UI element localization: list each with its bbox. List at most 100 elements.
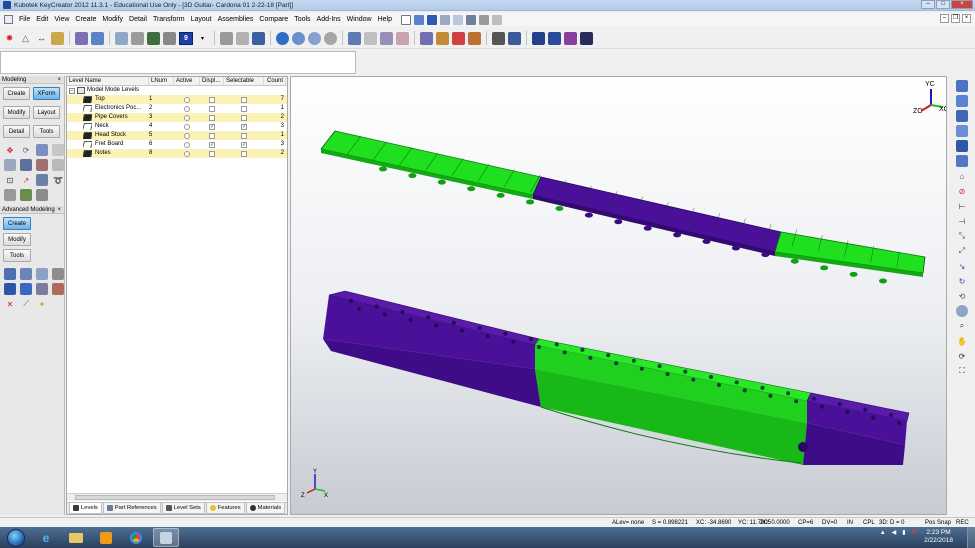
- tree-icon[interactable]: [20, 189, 32, 201]
- fret-board-model[interactable]: [320, 130, 926, 277]
- level-active-radio[interactable]: [184, 96, 190, 103]
- menu-assemblies[interactable]: Assemblies: [215, 16, 257, 23]
- tab-features[interactable]: Features: [205, 503, 245, 514]
- analysis-icon[interactable]: [492, 31, 505, 45]
- loft-icon[interactable]: [52, 268, 64, 280]
- deform-icon[interactable]: [4, 189, 16, 201]
- zoom-window-icon[interactable]: [956, 305, 968, 317]
- revolve-icon[interactable]: [20, 268, 32, 280]
- dropdown-arrow-icon[interactable]: ▾: [196, 32, 209, 45]
- level-display-checkbox[interactable]: [209, 132, 215, 139]
- start-button[interactable]: [7, 528, 25, 547]
- level-selectable-checkbox[interactable]: [241, 132, 247, 139]
- layer-icon[interactable]: [115, 31, 128, 45]
- undo-icon[interactable]: [465, 14, 476, 25]
- line-icon[interactable]: ↔: [35, 32, 48, 45]
- doc-restore-button[interactable]: ❐: [951, 14, 960, 23]
- sweep-icon[interactable]: [36, 268, 48, 280]
- close-icon[interactable]: ×: [57, 206, 61, 214]
- doc-close-button[interactable]: ×: [962, 14, 971, 23]
- chrome-icon[interactable]: [123, 528, 149, 547]
- menu-layout[interactable]: Layout: [188, 16, 215, 23]
- level-selectable-checkbox[interactable]: [241, 123, 247, 130]
- no-render-icon[interactable]: ⊘: [956, 185, 968, 197]
- render-icon[interactable]: [420, 31, 433, 45]
- split-icon[interactable]: ✕: [4, 298, 16, 310]
- project-icon[interactable]: ⊡: [4, 174, 16, 186]
- repeat-icon[interactable]: [491, 14, 502, 25]
- menu-edit[interactable]: Edit: [33, 16, 51, 23]
- menu-transform[interactable]: Transform: [150, 16, 188, 23]
- taskbar-clock[interactable]: 2:23 PM 2/22/2018: [924, 529, 953, 545]
- doc-minimize-button[interactable]: –: [940, 14, 949, 23]
- horizontal-scrollbar[interactable]: [67, 493, 287, 501]
- level-selectable-checkbox[interactable]: [241, 150, 247, 157]
- draft-icon[interactable]: ⟋: [20, 298, 32, 310]
- col-lnum[interactable]: LNum: [149, 77, 174, 85]
- prompt-area[interactable]: [0, 51, 356, 74]
- hole-icon[interactable]: [52, 283, 64, 295]
- view-iso-icon[interactable]: [348, 31, 361, 45]
- file-explorer-icon[interactable]: [63, 528, 89, 547]
- menu-modify[interactable]: Modify: [99, 16, 126, 23]
- col-display[interactable]: Displ...: [200, 77, 224, 85]
- level-row[interactable]: Head Stock 5 1: [67, 131, 287, 140]
- neck-model[interactable]: [323, 290, 910, 465]
- active-level-field[interactable]: 9: [179, 31, 193, 45]
- col-level-name[interactable]: Level Name: [67, 77, 149, 85]
- tab-part-references[interactable]: Part References: [102, 503, 161, 514]
- view-section-icon[interactable]: [396, 31, 409, 45]
- col-count[interactable]: Count: [264, 77, 286, 85]
- rotate-icon[interactable]: [36, 144, 48, 156]
- level-active-radio[interactable]: [184, 141, 190, 148]
- mirror-icon[interactable]: [4, 159, 16, 171]
- view-front-icon[interactable]: [956, 80, 968, 92]
- menu-view[interactable]: View: [51, 16, 72, 23]
- col-active[interactable]: Active: [174, 77, 200, 85]
- refresh-icon[interactable]: ⟳: [956, 350, 968, 362]
- helix-icon[interactable]: ➰: [52, 174, 64, 186]
- menu-tools[interactable]: Tools: [291, 16, 313, 23]
- star-select-icon[interactable]: ✸: [3, 32, 16, 45]
- chamfer-icon[interactable]: [36, 283, 48, 295]
- shape-icon[interactable]: [75, 31, 88, 45]
- boolean-icon[interactable]: ✦: [36, 298, 48, 310]
- menu-window[interactable]: Window: [344, 16, 375, 23]
- normal-view-icon[interactable]: ↘: [956, 260, 968, 272]
- advanced-create-button[interactable]: Create: [3, 217, 31, 230]
- fit-all-icon[interactable]: ⛶: [956, 365, 968, 377]
- menu-create[interactable]: Create: [72, 16, 99, 23]
- document-icon[interactable]: [4, 15, 13, 24]
- level-tree-root[interactable]: − Model Mode Levels: [67, 86, 287, 95]
- align-icon[interactable]: [36, 159, 48, 171]
- level-active-radio[interactable]: [184, 150, 190, 157]
- level-display-checkbox[interactable]: [209, 114, 215, 121]
- orbit-icon[interactable]: ⟲: [956, 290, 968, 302]
- offset-icon[interactable]: [52, 159, 64, 171]
- level-selectable-checkbox[interactable]: [241, 141, 247, 148]
- level-display-checkbox[interactable]: [209, 123, 215, 130]
- level-row[interactable]: Fret Board 6 3: [67, 140, 287, 149]
- menu-file[interactable]: File: [16, 16, 33, 23]
- menu-compare[interactable]: Compare: [256, 16, 291, 23]
- collapse-icon[interactable]: −: [69, 87, 75, 94]
- redo-icon[interactable]: [478, 14, 489, 25]
- level-selectable-checkbox[interactable]: [241, 114, 247, 121]
- menu-add-ins[interactable]: Add-Ins: [314, 16, 344, 23]
- level-row[interactable]: Neck 4 3: [67, 122, 287, 131]
- close-button[interactable]: ×: [951, 0, 973, 9]
- level-display-checkbox[interactable]: [209, 141, 215, 148]
- tab-materials[interactable]: Materials: [245, 503, 286, 514]
- maximize-button[interactable]: □: [936, 0, 950, 9]
- level-row[interactable]: Notes 8 2: [67, 149, 287, 158]
- stretch-icon[interactable]: ↗: [20, 174, 32, 186]
- advanced-modify-button[interactable]: Modify: [3, 233, 31, 246]
- mask-icon[interactable]: [236, 31, 249, 45]
- move-icon[interactable]: ✥: [4, 144, 16, 156]
- media-player-icon[interactable]: [93, 528, 119, 547]
- measure-icon[interactable]: [508, 31, 521, 45]
- wireframe-icon[interactable]: ⌂: [956, 170, 968, 182]
- level-active-radio[interactable]: [184, 123, 190, 130]
- col-selectable[interactable]: Selectable: [224, 77, 264, 85]
- open-file-icon[interactable]: [413, 14, 424, 25]
